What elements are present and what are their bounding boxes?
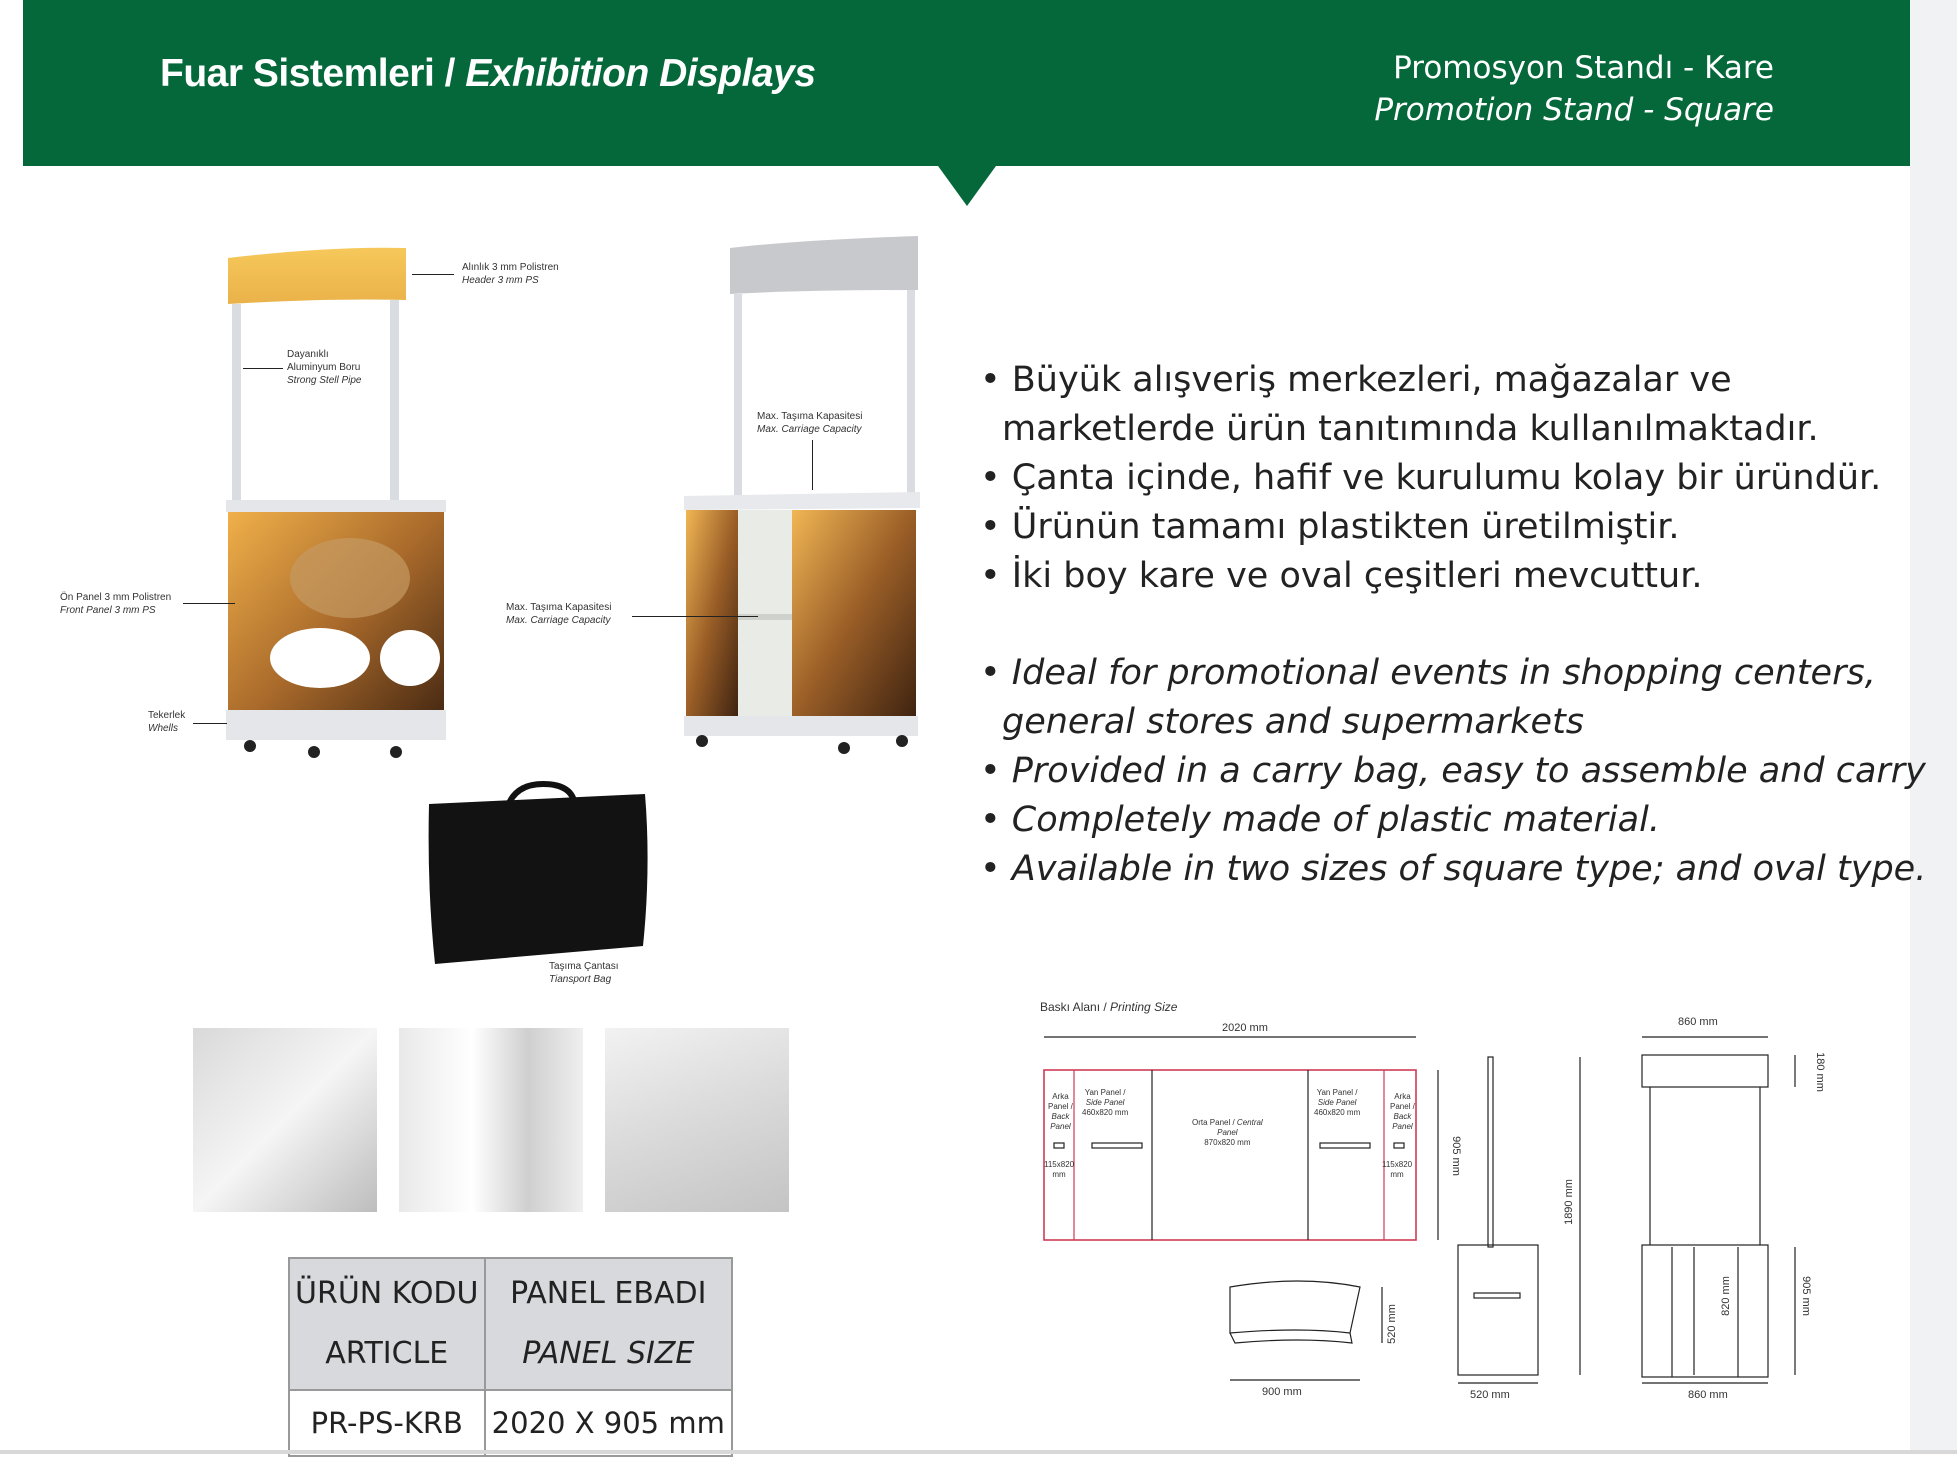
section-title-en: Exhibition Displays	[465, 52, 816, 95]
header-bar: Fuar Sistemleri / Exhibition Displays Pr…	[23, 0, 1910, 166]
back-panel-label-right: Arka Panel / Back Panel	[1390, 1092, 1415, 1131]
callout-header: Alınlık 3 mm Polistren Header 3 mm PS	[462, 261, 559, 287]
dim-front-body: 905 mm	[1799, 1276, 1812, 1316]
callout-wheels-en: Whells	[148, 723, 179, 734]
callout-line-front	[183, 603, 235, 604]
callout-pipe-tr1: Dayanıklı	[287, 349, 329, 360]
printing-size-label: Baskı Alanı / Printing Size	[1040, 1000, 1178, 1014]
callout-line-wheels	[193, 723, 227, 724]
detail-photo-corner	[193, 1028, 377, 1212]
section-title: Fuar Sistemleri / Exhibition Displays	[160, 52, 816, 96]
callout-capacity-top-en: Max. Carriage Capacity	[757, 424, 862, 435]
section-title-tr: Fuar Sistemleri /	[160, 52, 455, 95]
list-item: • Completely made of plastic material.	[980, 800, 1660, 840]
callout-pipe-tr2: Aluminyum Boru	[287, 362, 361, 373]
dim-front-width-top: 860 mm	[1678, 1016, 1718, 1028]
product-name-en: Promotion Stand - Square	[1374, 92, 1774, 128]
callout-wheels-tr: Tekerlek	[148, 710, 186, 721]
technical-drawing	[1043, 1036, 1796, 1384]
callout-line-capacity-top	[812, 440, 813, 490]
list-item: marketlerde ürün tanıtımında kullanılmak…	[1002, 409, 1819, 449]
list-item: • Büyük alışveriş merkezleri, mağazalar …	[980, 360, 1732, 400]
list-item: • Provided in a carry bag, easy to assem…	[980, 751, 1926, 791]
side-panel-label-left: Yan Panel / Side Panel 460x820 mm	[1082, 1088, 1129, 1117]
detail-photo-header-joint	[605, 1028, 789, 1212]
list-item: general stores and supermarkets	[1002, 702, 1585, 742]
back-panel-label-left: Arka Panel / Back Panel	[1048, 1092, 1073, 1131]
callout-capacity-top-tr: Max. Taşıma Kapasitesi	[757, 411, 863, 422]
callout-capacity-mid-en: Max. Carriage Capacity	[506, 615, 611, 626]
stand-front-illustration	[226, 247, 446, 758]
callout-capacity-mid-tr: Max. Taşıma Kapasitesi	[506, 602, 612, 613]
list-item: • Available in two sizes of square type;…	[980, 849, 1927, 889]
product-name-tr: Promosyon Standı - Kare	[1393, 50, 1774, 86]
dim-front-width-bottom: 860 mm	[1688, 1389, 1728, 1401]
callout-capacity-top: Max. Taşıma Kapasitesi Max. Carriage Cap…	[757, 410, 862, 436]
callout-wheels: Tekerlek Whells	[148, 709, 185, 735]
stand-side-illustration	[684, 236, 920, 754]
spec-table-header: ÜRÜN KODU ARTICLE PANEL EBADI PANEL SIZE	[288, 1257, 734, 1391]
dim-width-total: 2020 mm	[1222, 1022, 1268, 1034]
callout-header-tr: Alınlık 3 mm Polistren	[462, 262, 559, 273]
spec-col-article: ÜRÜN KODU ARTICLE	[288, 1257, 486, 1391]
back-panel-size-left: 115x820 mm	[1044, 1160, 1075, 1179]
list-item: • Çanta içinde, hafif ve kurulumu kolay …	[980, 458, 1882, 498]
callout-line-pipe	[243, 368, 283, 369]
list-item: • İki boy kare ve oval çeşitleri mevcutt…	[980, 556, 1703, 596]
dim-side-depth: 520 mm	[1470, 1389, 1510, 1401]
header-notch	[925, 148, 1009, 206]
list-item: • Ürünün tamamı plastikten üretilmiştir.	[980, 507, 1680, 547]
dim-front-header: 180 mm	[1813, 1052, 1826, 1092]
side-panel-label-right: Yan Panel / Side Panel 460x820 mm	[1314, 1088, 1361, 1117]
carry-bag-illustration	[428, 780, 648, 964]
spec-col-panel-size: PANEL EBADI PANEL SIZE	[483, 1257, 734, 1391]
callout-line-capacity-mid	[632, 616, 758, 617]
spec-code: PR-PS-KRB	[288, 1389, 486, 1457]
callout-header-en: Header 3 mm PS	[462, 275, 539, 286]
dim-height-panel: 905 mm	[1449, 1136, 1462, 1176]
detail-photo-shelf	[399, 1028, 583, 1212]
callout-pipe-en: Strong Stell Pipe	[287, 375, 362, 386]
central-panel-label: Orta Panel / Central Panel 870x820 mm	[1192, 1118, 1263, 1147]
callout-pipe: Dayanıklı Aluminyum Boru Strong Stell Pi…	[287, 348, 362, 387]
dim-top-depth: 520 mm	[1385, 1304, 1398, 1344]
dim-top-width: 900 mm	[1262, 1386, 1302, 1398]
bottom-border	[0, 1450, 1957, 1454]
list-item: • Ideal for promotional events in shoppi…	[980, 653, 1876, 693]
table-row: PR-PS-KRB 2020 X 905 mm	[288, 1389, 734, 1457]
back-panel-size-right: 115x820 mm	[1382, 1160, 1413, 1179]
spec-table: ÜRÜN KODU ARTICLE PANEL EBADI PANEL SIZE P…	[288, 1257, 734, 1457]
callout-front-en: Front Panel 3 mm PS	[60, 605, 156, 616]
callout-capacity-mid: Max. Taşıma Kapasitesi Max. Carriage Cap…	[506, 601, 611, 627]
callout-line-header	[412, 274, 454, 275]
callout-front: Ön Panel 3 mm Polistren Front Panel 3 mm…	[60, 591, 171, 617]
callout-bag-tr: Taşıma Çantası	[549, 961, 619, 972]
spec-size: 2020 X 905 mm	[483, 1389, 734, 1457]
list-gap	[980, 601, 1926, 649]
dim-side-height: 1890 mm	[1562, 1179, 1575, 1225]
callout-front-tr: Ön Panel 3 mm Polistren	[60, 592, 172, 603]
callout-bag-en: Tiansport Bag	[549, 974, 612, 985]
product-name: Promosyon Standı - Kare Promotion Stand …	[1374, 50, 1774, 128]
feature-list: • Büyük alışveriş merkezleri, mağazalar …	[980, 356, 1926, 894]
callout-bag: Taşıma Çantası Tiansport Bag	[549, 960, 618, 986]
dim-front-inner: 820 mm	[1719, 1276, 1732, 1316]
